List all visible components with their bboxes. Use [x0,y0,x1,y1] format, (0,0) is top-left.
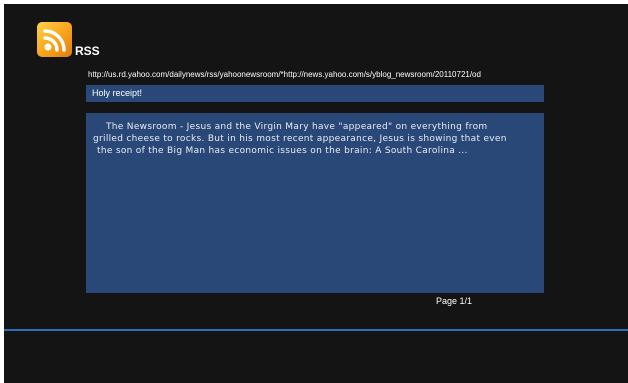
item-body[interactable]: The Newsroom - Jesus and the Virgin Mary… [86,113,544,293]
item-headline[interactable]: Holy receipt! [86,85,544,102]
item-body-line: The Newsroom - Jesus and the Virgin Mary… [106,122,488,132]
page-title: RSS [75,44,100,58]
rss-feed-icon [37,22,72,57]
feed-url: http://us.rd.yahoo.com/dailynews/rss/yah… [88,70,481,79]
rss-screen: RSS http://us.rd.yahoo.com/dailynews/rss… [4,4,628,383]
item-body-line: the son of the Big Man has economic issu… [97,146,468,156]
footer-divider [4,329,628,331]
item-body-line: grilled cheese to rocks. But in his most… [93,134,507,144]
page-indicator: Page 1/1 [436,296,473,306]
